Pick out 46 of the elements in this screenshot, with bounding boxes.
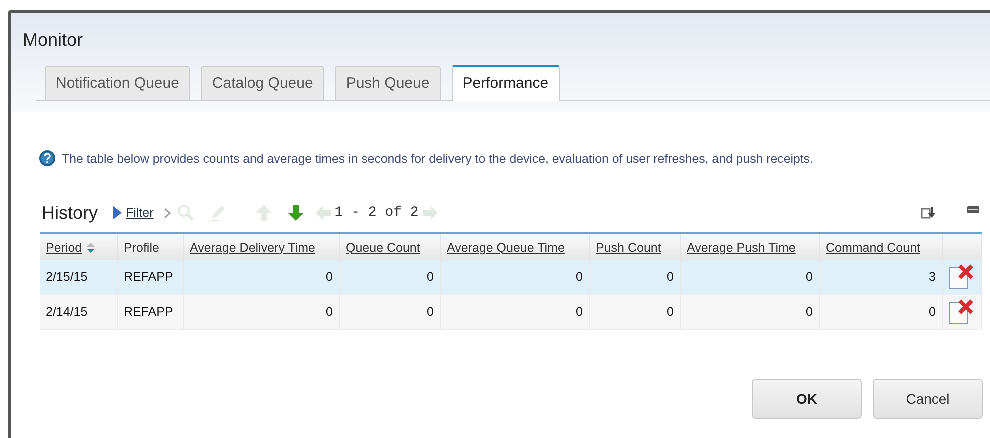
table-cell: REFAPP (118, 260, 184, 294)
info-text: The table below provides counts and average times in seconds for delivery to the device, evaluation of user refreshes, and push receipts. (62, 152, 814, 166)
sort-icon[interactable] (87, 243, 96, 254)
table-cell: 0 (820, 294, 942, 330)
export-icon[interactable] (921, 206, 937, 220)
table-cell: 0 (590, 294, 680, 330)
table-cell: 2/14/15 (40, 294, 118, 330)
table-cell: 0 (680, 294, 820, 330)
table-row[interactable]: 2/15/15 REFAPP 0 0 0 0 0 3 (40, 260, 982, 294)
column-header[interactable]: Command Count (820, 233, 942, 260)
cancel-button[interactable]: Cancel (873, 379, 983, 419)
table-cell: 0 (680, 260, 820, 294)
table-cell: 0 (184, 294, 340, 330)
table-cell: 0 (340, 294, 440, 330)
expand-triangle-icon[interactable] (112, 205, 124, 221)
down-arrow-icon[interactable] (286, 204, 305, 222)
table-cell: 2/15/15 (40, 260, 118, 294)
page-counter: 1 - 2 of 2 (334, 205, 419, 221)
section-title: History (42, 202, 98, 224)
table-cell: 0 (340, 260, 440, 294)
tab[interactable]: Push Queue (335, 66, 441, 100)
help-icon (39, 150, 56, 167)
table-cell: 0 (440, 260, 590, 294)
delete-document-icon[interactable] (947, 263, 975, 291)
column-header: Profile (118, 233, 184, 260)
column-header[interactable]: Average Delivery Time (184, 233, 340, 260)
table-cell: REFAPP (118, 294, 184, 330)
column-header[interactable]: Period (40, 233, 118, 260)
delete-document-icon[interactable] (947, 298, 975, 326)
ok-button[interactable]: OK (752, 379, 862, 419)
table-cell: 0 (184, 260, 340, 294)
tab[interactable]: Catalog Queue (201, 66, 324, 100)
column-header[interactable]: Average Queue Time (440, 233, 590, 260)
table-cell: 0 (440, 294, 590, 330)
window-title: Monitor (22, 29, 84, 52)
column-header[interactable]: Push Count (590, 233, 680, 260)
table-cell: 3 (820, 260, 942, 294)
column-header[interactable]: Average Push Time (680, 233, 820, 260)
table-cell: 0 (590, 260, 680, 294)
minimize-icon[interactable] (967, 206, 980, 214)
table-row[interactable]: 2/14/15 REFAPP 0 0 0 0 0 0 (40, 294, 982, 330)
tab[interactable]: Performance (452, 65, 560, 101)
tab[interactable]: Notification Queue (45, 66, 190, 100)
chevron-icon (164, 208, 171, 218)
column-header[interactable]: Queue Count (340, 233, 440, 260)
filter-link[interactable]: Filter (126, 206, 154, 220)
